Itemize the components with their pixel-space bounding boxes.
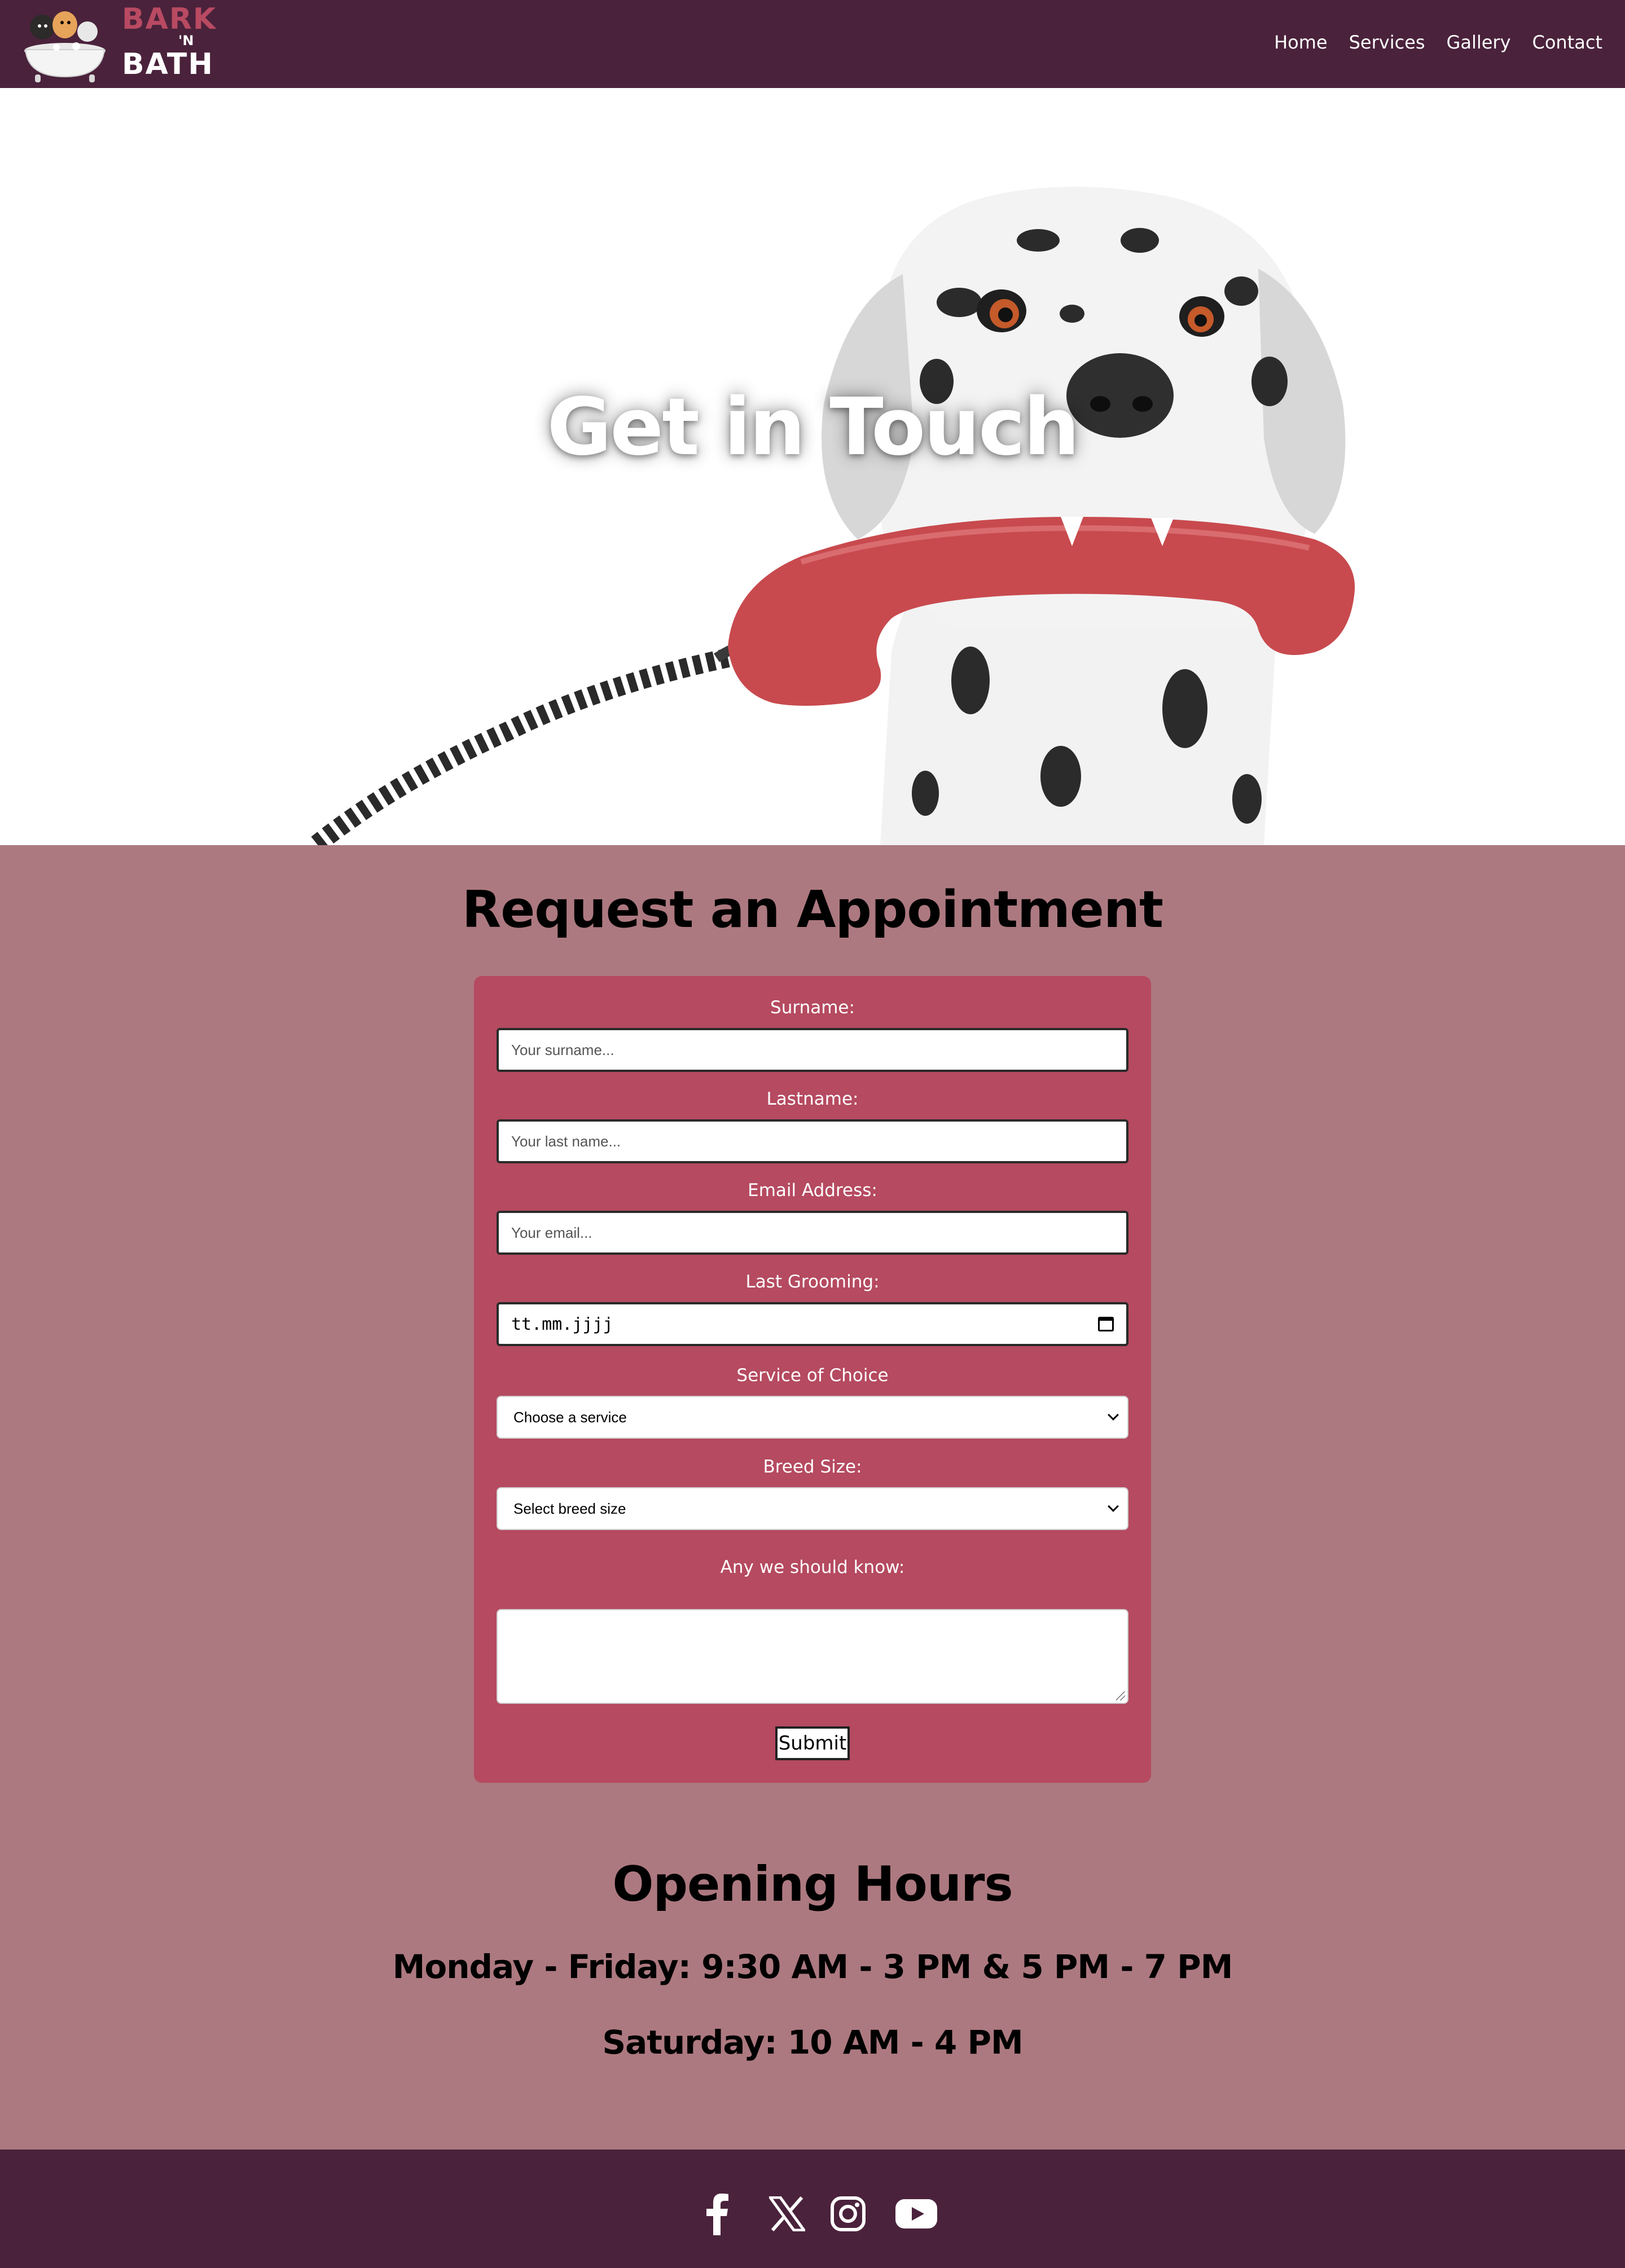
hero-title: Get in Touch [547, 381, 1079, 473]
surname-input[interactable]: Your surname... [497, 1028, 1128, 1072]
submit-button[interactable]: Submit [775, 1726, 850, 1760]
notes-textarea[interactable] [497, 1609, 1128, 1704]
chevron-down-icon [1108, 1409, 1119, 1421]
brand-line-bath: BATH [122, 47, 214, 81]
breed-size-select[interactable]: Select breed size [497, 1487, 1128, 1530]
brand-logo[interactable]: BARK 'N BATH [23, 0, 217, 88]
lastname-input[interactable]: Your last name... [497, 1119, 1128, 1163]
email-label: Email Address: [748, 1180, 877, 1201]
brand-line-n: 'N [178, 33, 194, 49]
breed-size-select-value: Select breed size [513, 1500, 626, 1517]
appointment-title: Request an Appointment [462, 880, 1163, 939]
notes-label: Any we should know: [720, 1557, 905, 1577]
instagram-icon[interactable] [829, 2191, 867, 2236]
main-nav: Home Services Gallery Contact [1274, 32, 1602, 53]
hero-section: Get in Touch [0, 88, 1625, 845]
dog-bathtub-logo-icon [24, 11, 106, 82]
hours-saturday: Saturday: 10 AM - 4 PM [602, 2023, 1023, 2062]
x-icon[interactable] [768, 2191, 806, 2236]
service-label: Service of Choice [736, 1365, 889, 1386]
calendar-icon[interactable] [1098, 1317, 1114, 1331]
navbar: BARK 'N BATH Home Services Gallery Conta… [0, 0, 1625, 88]
appointment-form: Surname: Your surname... Lastname: Your … [474, 976, 1151, 1783]
last-grooming-date-value: tt.mm.jjjj [511, 1314, 613, 1334]
facebook-icon[interactable] [700, 2191, 734, 2236]
email-input[interactable]: Your email... [497, 1211, 1128, 1255]
service-select-value: Choose a service [513, 1408, 627, 1426]
footer [0, 2150, 1625, 2268]
chevron-down-icon [1108, 1501, 1119, 1512]
nav-services-link[interactable]: Services [1349, 32, 1425, 53]
opening-hours-title: Opening Hours [612, 1856, 1013, 1913]
last-grooming-label: Last Grooming: [745, 1272, 880, 1292]
surname-label: Surname: [770, 997, 855, 1018]
resize-handle-icon[interactable] [1116, 1691, 1125, 1700]
lastname-label: Lastname: [766, 1089, 859, 1109]
brand-line-bark: BARK [122, 2, 217, 36]
nav-home-link[interactable]: Home [1274, 32, 1328, 53]
youtube-icon[interactable] [894, 2191, 939, 2236]
service-select[interactable]: Choose a service [497, 1396, 1128, 1439]
last-grooming-date-input[interactable]: tt.mm.jjjj [497, 1302, 1128, 1346]
breed-size-label: Breed Size: [763, 1457, 862, 1477]
nav-contact-link[interactable]: Contact [1532, 32, 1603, 53]
hours-weekdays: Monday - Friday: 9:30 AM - 3 PM & 5 PM -… [392, 1948, 1233, 1986]
nav-gallery-link[interactable]: Gallery [1447, 32, 1511, 53]
